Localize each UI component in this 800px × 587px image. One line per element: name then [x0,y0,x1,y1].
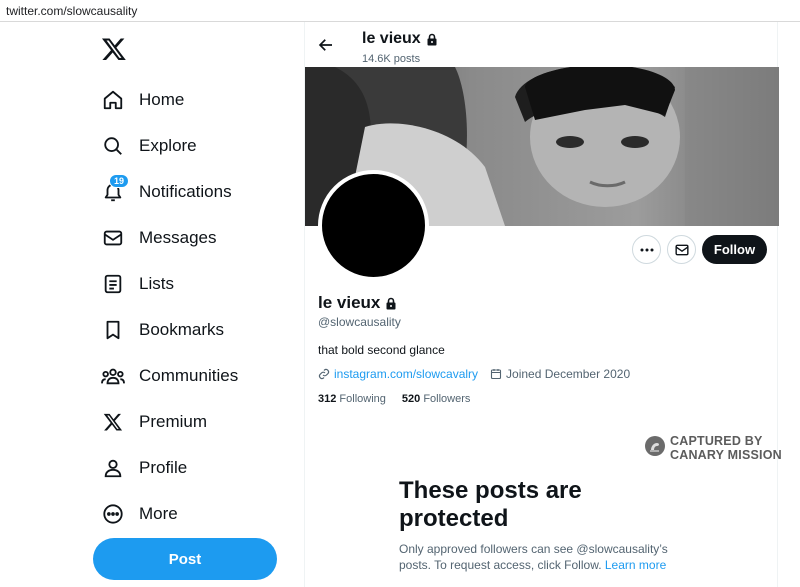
protected-body: Only approved followers can see @slowcau… [399,541,689,573]
sidebar-item-premium[interactable]: Premium [100,404,207,440]
sidebar-item-label: Premium [139,412,208,431]
following-count: 312 [318,393,337,405]
header-name: le vieux [362,30,438,48]
sidebar-item-more[interactable]: More [100,496,178,532]
profile-meta: instagram.com/slowcavalry Joined Decembe… [318,367,630,381]
search-icon [100,133,126,159]
link-icon [318,368,330,380]
learn-more-link[interactable]: Learn more [605,558,666,572]
back-arrow-icon[interactable] [317,36,335,54]
sidebar-item-explore[interactable]: Explore [100,128,197,164]
lock-icon [385,297,397,310]
sidebar-item-label: Communities [139,366,239,385]
sidebar-item-label: Messages [139,228,217,247]
profile-joined: Joined December 2020 [490,367,630,381]
profile-website-link[interactable]: instagram.com/slowcavalry [334,367,478,381]
watermark-line-1: CAPTURED BY [670,434,763,448]
canary-bird-icon [645,436,665,456]
sidebar-item-messages[interactable]: Messages [100,220,216,256]
list-icon [100,271,126,297]
home-icon [100,87,126,113]
url-text: twitter.com/slowcausality [6,4,138,18]
more-horizontal-icon [640,248,653,251]
sidebar-item-label: More [139,504,178,523]
sidebar-item-label: Bookmarks [139,320,225,339]
more-options-button[interactable] [632,235,661,264]
sidebar-item-label: Lists [139,274,174,293]
more-circle-icon [100,501,126,527]
person-icon [100,455,126,481]
followers-label: Followers [423,393,471,405]
sidebar-item-lists[interactable]: Lists [100,266,174,302]
profile-name: le vieux [318,293,397,313]
sidebar-item-label: Explore [139,136,197,155]
communities-icon [100,363,126,389]
follow-counts: 312 Following 520 Followers [318,393,486,405]
sidebar-item-label: Profile [139,458,188,477]
sidebar-item-label: Notifications [139,182,232,201]
post-button[interactable]: Post [93,538,277,580]
calendar-icon [490,369,502,380]
protected-title: These posts are protected [399,477,582,532]
following-label: Following [339,393,386,405]
notification-badge: 19 [109,174,130,188]
envelope-icon [674,244,689,255]
sidebar-item-profile[interactable]: Profile [100,450,187,486]
lock-icon [426,33,438,46]
browser-address-bar[interactable]: twitter.com/slowcausality [0,0,800,22]
sidebar-item-home[interactable]: Home [100,82,184,118]
followers-count: 520 [401,393,421,405]
bell-icon: 19 [100,174,130,205]
bookmark-icon [100,317,126,343]
x-logo-icon [100,409,126,435]
sidebar-item-communities[interactable]: Communities [100,358,238,394]
sidebar-item-notifications[interactable]: 19 Notifications [100,174,232,210]
message-button[interactable] [667,235,696,264]
envelope-icon [100,225,126,251]
x-logo-icon[interactable] [100,36,128,62]
posts-count: 14.6K posts [362,53,421,65]
header-name-text: le vieux [362,30,421,47]
follow-button[interactable]: Follow [702,235,767,264]
profile-avatar[interactable] [318,170,429,281]
watermark-text: CAPTURED BY CANARY MISSION [670,434,782,462]
canary-mission-watermark: CAPTURED BY CANARY MISSION [645,434,795,464]
profile-bio: that bold second glance [318,343,445,357]
sidebar: Home Explore 19 Notifications Messages L… [0,22,305,587]
profile-handle: @slowcausality [318,315,401,329]
following-link[interactable]: 312 Following [318,393,386,405]
sidebar-item-label: Home [139,90,185,109]
joined-date: Joined December 2020 [506,367,631,381]
sidebar-item-bookmarks[interactable]: Bookmarks [100,312,224,348]
followers-link[interactable]: 520 Followers [402,393,471,405]
profile-name-text: le vieux [318,293,381,312]
watermark-line-2: CANARY MISSION [670,448,782,462]
